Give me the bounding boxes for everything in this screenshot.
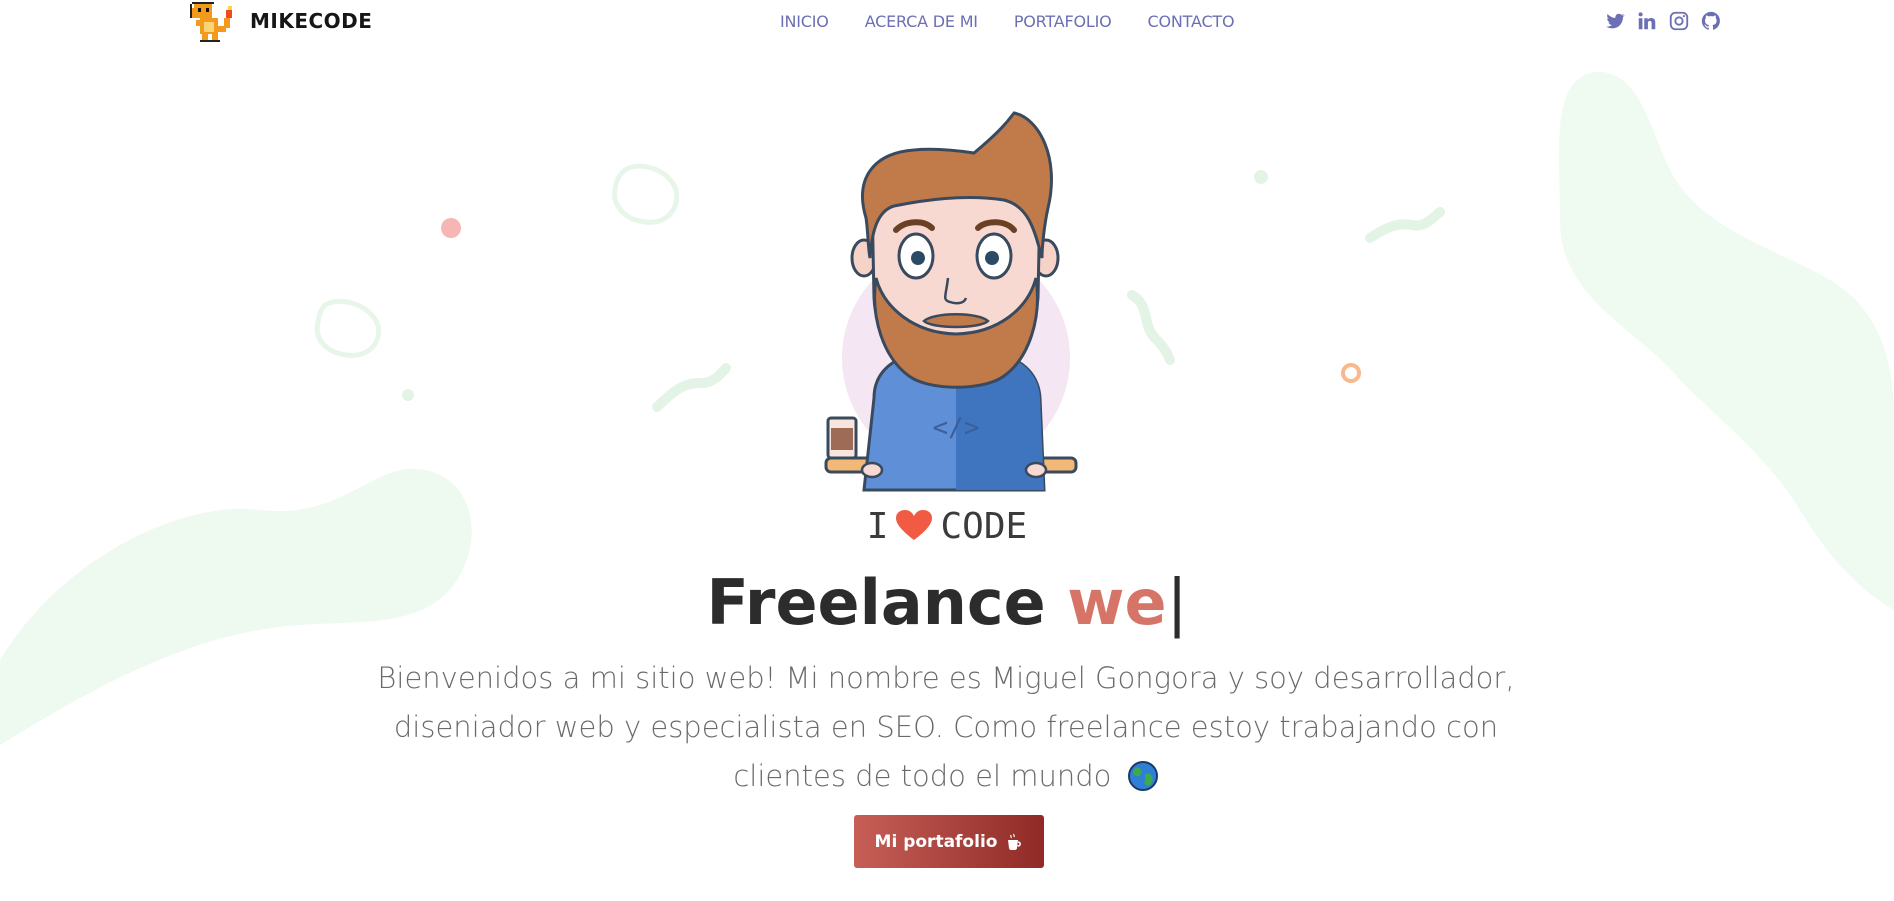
nav-item-contacto[interactable]: CONTACTO [1148,12,1235,31]
globe-icon [1127,761,1158,791]
headline-typed-text: we [1067,566,1167,639]
heart-icon [896,510,933,540]
developer-avatar-illustration: </> [824,111,1078,492]
brand-name: MIKECODE [250,9,373,33]
portfolio-button-label: Mi portafolio [874,831,998,852]
linkedin-icon[interactable] [1636,10,1658,32]
orange-ring [1341,363,1361,383]
github-icon[interactable] [1700,10,1722,32]
intro-text: Bienvenidos a mi sitio web! Mi nombre es… [377,661,1515,793]
i-love-code-tagline: I CODE [0,506,1894,547]
twitter-icon[interactable] [1604,10,1626,32]
pink-dot [441,218,461,238]
left-stone-2 [314,298,382,358]
portfolio-button[interactable]: Mi portafolio [854,815,1044,868]
coffee-cup-icon [1008,833,1022,850]
love-prefix: I [866,506,889,547]
mint-squiggle-right [1365,207,1445,243]
mint-squiggle-mid [1127,290,1175,365]
brand-link[interactable]: MIKECODE [186,0,372,48]
headline-static: Freelance [706,566,1046,639]
nav-item-inicio[interactable]: INICIO [780,12,829,31]
nav-item-acerca[interactable]: ACERCA DE MI [865,12,978,31]
main-nav: INICIO ACERCA DE MI PORTAFOLIO CONTACTO [780,12,1270,31]
left-stone [612,163,680,225]
love-suffix: CODE [940,506,1028,547]
mint-squiggle-left [652,363,731,412]
svg-text:</>: </> [933,413,980,443]
nav-item-portafolio[interactable]: PORTAFOLIO [1014,12,1112,31]
charmander-pixel-icon [190,2,232,42]
mint-dot-left [402,389,414,401]
hero-headline: Freelance we| [0,566,1894,639]
navbar: MIKECODE INICIO ACERCA DE MI PORTAFOLIO … [0,0,1894,48]
social-links [1604,10,1722,32]
instagram-icon[interactable] [1668,10,1690,32]
mint-dot-right [1254,170,1268,184]
typing-cursor: | [1166,566,1188,639]
hero-intro: Bienvenidos a mi sitio web! Mi nombre es… [340,654,1552,801]
